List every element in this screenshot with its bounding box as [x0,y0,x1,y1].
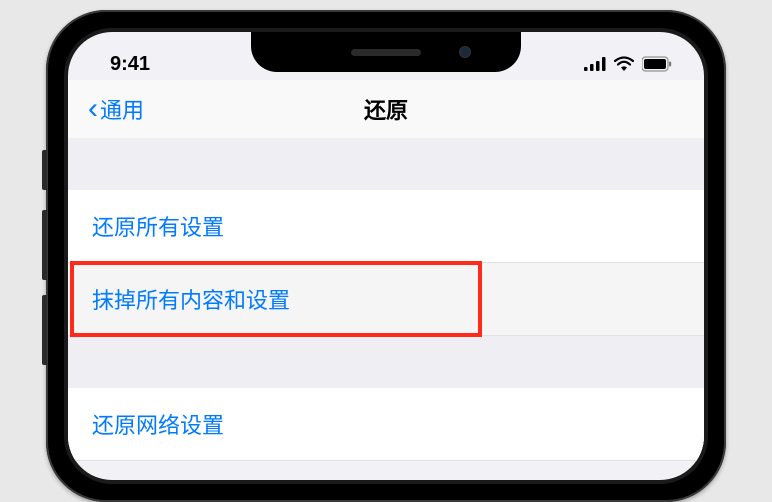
cellular-signal-icon [584,56,606,72]
nav-title: 还原 [68,93,704,125]
battery-icon [642,56,672,72]
content: 还原所有设置 抹掉所有内容和设置 还原网络设置 [68,138,704,461]
reset-network-settings-item[interactable]: 还原网络设置 [68,388,704,461]
status-time: 9:41 [110,53,150,76]
erase-all-content-item[interactable]: 抹掉所有内容和设置 [68,263,704,336]
back-button[interactable]: ‹ 通用 [88,93,144,125]
back-label: 通用 [100,93,144,125]
side-button-mute [42,150,47,190]
erase-all-label: 抹掉所有内容和设置 [92,288,290,313]
notch [251,32,521,72]
side-button-volume-up [42,210,47,280]
section-spacer [68,336,704,388]
status-icons [584,56,672,72]
side-button-volume-down [42,295,47,365]
chevron-left-icon: ‹ [88,94,98,124]
wifi-icon [614,56,634,72]
phone-frame: 9:41 [46,10,726,502]
speaker [351,49,421,56]
reset-all-settings-item[interactable]: 还原所有设置 [68,190,704,263]
front-camera [459,46,471,58]
screen: 9:41 [68,32,704,480]
section-spacer [68,138,704,190]
nav-bar: ‹ 通用 还原 [68,80,704,138]
